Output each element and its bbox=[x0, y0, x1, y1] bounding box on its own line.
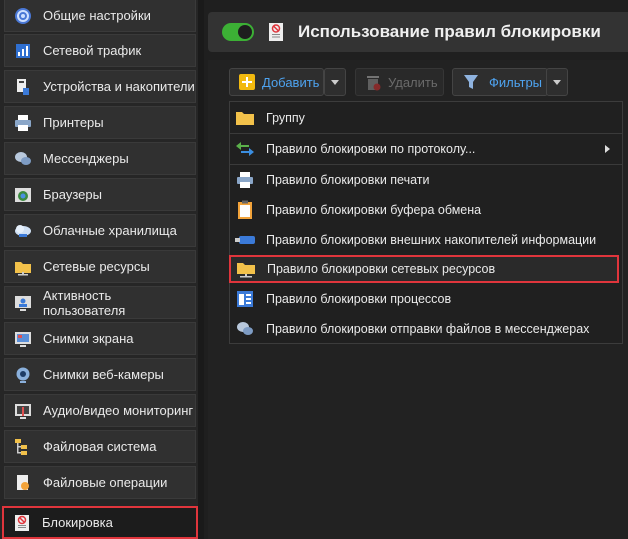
menu-item-label: Правило блокировки процессов bbox=[266, 292, 452, 306]
sidebar-item-label: Снимки веб-камеры bbox=[43, 367, 164, 382]
sidebar-item-network-resources[interactable]: Сетевые ресурсы bbox=[4, 250, 196, 283]
menu-item-label: Правило блокировки буфера обмена bbox=[266, 203, 482, 217]
sidebar: Общие настройки Сетевой трафик Устройств… bbox=[0, 0, 198, 539]
sidebar-item-label: Браузеры bbox=[43, 187, 102, 202]
sidebar-item-printers[interactable]: Принтеры bbox=[4, 106, 196, 139]
funnel-icon bbox=[463, 73, 479, 91]
sidebar-item-cloud-storage[interactable]: Облачные хранилища bbox=[4, 214, 196, 247]
sidebar-item-screenshots[interactable]: Снимки экрана bbox=[4, 322, 196, 355]
trash-icon bbox=[364, 73, 382, 91]
network-traffic-icon bbox=[13, 41, 33, 61]
sidebar-item-network-traffic[interactable]: Сетевой трафик bbox=[4, 34, 196, 67]
folder-icon bbox=[234, 107, 256, 129]
printer-icon bbox=[13, 113, 33, 133]
screenshot-icon bbox=[13, 329, 33, 349]
add-button[interactable]: Добавить bbox=[229, 68, 324, 96]
printer-icon bbox=[234, 169, 256, 191]
sidebar-item-webcam-snapshots[interactable]: Снимки веб-камеры bbox=[4, 358, 196, 391]
filters-button-label: Фильтры bbox=[489, 74, 543, 90]
sidebar-item-blocking[interactable]: Блокировка bbox=[2, 506, 198, 539]
sidebar-item-general-settings[interactable]: Общие настройки bbox=[4, 0, 196, 32]
sidebar-item-messengers[interactable]: Мессенджеры bbox=[4, 142, 196, 175]
sidebar-item-label: Активность пользователя bbox=[43, 287, 126, 318]
block-icon bbox=[12, 513, 32, 533]
sidebar-item-label: Сетевой трафик bbox=[43, 43, 142, 58]
sidebar-item-file-operations[interactable]: Файловые операции bbox=[4, 466, 196, 499]
sidebar-item-label: Мессенджеры bbox=[43, 151, 129, 166]
menu-item-label: Группу bbox=[266, 111, 305, 125]
enable-toggle[interactable] bbox=[222, 23, 254, 41]
menu-separator bbox=[230, 133, 622, 134]
menu-item-label: Правило блокировки сетевых ресурсов bbox=[267, 262, 496, 276]
protocol-arrows-icon bbox=[234, 138, 256, 160]
filters-button[interactable]: Фильтры bbox=[452, 68, 548, 96]
add-button-label: Добавить bbox=[262, 74, 320, 90]
sidebar-splitter[interactable] bbox=[198, 0, 204, 539]
sidebar-item-label: Файловые операции bbox=[43, 475, 168, 490]
menu-item-label: Правило блокировки по протоколу... bbox=[266, 142, 476, 156]
sidebar-item-devices[interactable]: Устройства и накопители bbox=[4, 70, 196, 103]
usb-drive-icon bbox=[234, 229, 256, 251]
gear-icon bbox=[13, 6, 33, 26]
delete-button-label: Удалить bbox=[388, 74, 438, 90]
menu-item-print-rule[interactable]: Правило блокировки печати bbox=[230, 166, 622, 194]
sidebar-item-browsers[interactable]: Браузеры bbox=[4, 178, 196, 211]
network-folder-icon bbox=[13, 257, 33, 277]
messenger-icon bbox=[13, 149, 33, 169]
user-activity-icon bbox=[13, 293, 33, 313]
cloud-icon bbox=[13, 221, 33, 241]
menu-item-label: Правило блокировки внешних накопителей и… bbox=[266, 233, 597, 247]
menu-item-label: Правило блокировки печати bbox=[266, 173, 430, 187]
sidebar-item-label: Общие настройки bbox=[43, 8, 151, 23]
sidebar-item-av-monitoring[interactable]: Аудио/видео мониторинг bbox=[4, 394, 196, 427]
menu-item-protocol-rule[interactable]: Правило блокировки по протоколу... bbox=[230, 135, 622, 163]
delete-button[interactable]: Удалить bbox=[355, 68, 444, 96]
menu-item-label: Правило блокировки отправки файлов в мес… bbox=[266, 322, 590, 336]
section-header: Использование правил блокировки bbox=[208, 12, 628, 52]
menu-item-network-resources-rule[interactable]: Правило блокировки сетевых ресурсов bbox=[229, 255, 619, 283]
file-operations-icon bbox=[13, 473, 33, 493]
menu-item-messenger-files-rule[interactable]: Правило блокировки отправки файлов в мес… bbox=[230, 315, 622, 343]
menu-item-processes-rule[interactable]: Правило блокировки процессов bbox=[230, 285, 622, 313]
process-window-icon bbox=[234, 288, 256, 310]
messenger-icon bbox=[234, 318, 256, 340]
chevron-down-icon bbox=[553, 79, 561, 85]
menu-item-clipboard-rule[interactable]: Правило блокировки буфера обмена bbox=[230, 196, 622, 224]
sidebar-item-label: Файловая система bbox=[43, 439, 157, 454]
browser-icon bbox=[13, 185, 33, 205]
sidebar-item-user-activity[interactable]: Активность пользователя bbox=[4, 286, 196, 319]
sidebar-item-label: Устройства и накопители bbox=[43, 79, 195, 94]
chevron-down-icon bbox=[331, 79, 339, 85]
filters-dropdown-button[interactable] bbox=[546, 68, 568, 96]
sidebar-item-label: Принтеры bbox=[43, 115, 104, 130]
menu-separator bbox=[230, 164, 622, 165]
sidebar-item-label: Снимки экрана bbox=[43, 331, 134, 346]
chevron-right-icon bbox=[605, 145, 610, 153]
av-monitoring-icon bbox=[13, 401, 33, 421]
sidebar-item-file-system[interactable]: Файловая система bbox=[4, 430, 196, 463]
sidebar-item-label: Сетевые ресурсы bbox=[43, 259, 150, 274]
block-icon bbox=[268, 22, 284, 42]
menu-item-external-drives-rule[interactable]: Правило блокировки внешних накопителей и… bbox=[230, 226, 622, 254]
sidebar-item-label: Облачные хранилища bbox=[43, 223, 177, 238]
network-folder-icon bbox=[235, 258, 257, 280]
sidebar-item-label: Блокировка bbox=[42, 515, 113, 530]
page-title: Использование правил блокировки bbox=[298, 22, 601, 41]
sidebar-item-label: Аудио/видео мониторинг bbox=[43, 403, 194, 418]
plus-icon bbox=[238, 73, 256, 91]
menu-item-group[interactable]: Группу bbox=[230, 104, 622, 132]
add-dropdown-button[interactable] bbox=[324, 68, 346, 96]
file-system-icon bbox=[13, 437, 33, 457]
add-dropdown-menu: Группу Правило блокировки по протоколу..… bbox=[229, 101, 623, 344]
webcam-icon bbox=[13, 365, 33, 385]
clipboard-icon bbox=[234, 199, 256, 221]
devices-icon bbox=[13, 77, 33, 97]
